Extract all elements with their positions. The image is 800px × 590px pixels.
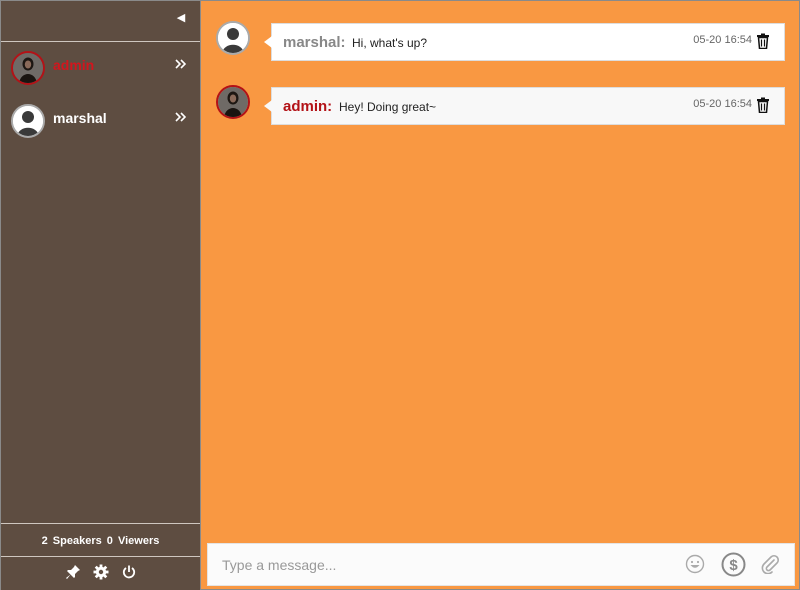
message-input[interactable] xyxy=(208,544,668,585)
message-row: admin: Hey! Doing great~ 05-20 16:54 xyxy=(216,85,786,125)
sidebar-top-divider xyxy=(1,41,200,42)
sidebar: ◀ admin marshal 2 Speakers 0 Viewers xyxy=(1,1,201,590)
participant-counts: 2 Speakers 0 Viewers xyxy=(1,535,200,547)
message-text: Hi, what's up? xyxy=(352,36,427,50)
gear-icon[interactable] xyxy=(93,564,109,580)
sidebar-item-label: marshal xyxy=(53,110,107,126)
speakers-count: 2 xyxy=(41,535,48,547)
viewers-count: 0 xyxy=(106,535,113,547)
default-avatar-icon xyxy=(11,104,45,138)
paperclip-icon[interactable] xyxy=(760,554,780,575)
message-bubble: admin: Hey! Doing great~ 05-20 16:54 xyxy=(264,87,785,125)
pin-icon[interactable] xyxy=(65,564,81,580)
power-icon[interactable] xyxy=(121,564,137,580)
message-composer: $ xyxy=(207,543,795,586)
default-avatar-icon xyxy=(216,21,250,55)
sidebar-item-label: admin xyxy=(53,57,95,73)
collapse-left-icon[interactable]: ◀ xyxy=(175,12,187,24)
admin-avatar xyxy=(11,51,45,85)
emoji-icon[interactable] xyxy=(685,554,705,574)
double-chevron-right-icon[interactable] xyxy=(174,110,188,124)
message-row: marshal: Hi, what's up? 05-20 16:54 xyxy=(216,21,786,61)
message-text: Hey! Doing great~ xyxy=(339,100,437,114)
viewers-label: Viewers xyxy=(117,535,160,547)
sidebar-item-admin[interactable]: admin xyxy=(1,46,200,94)
admin-avatar xyxy=(216,85,250,119)
message-sender: marshal: xyxy=(283,34,346,51)
dollar-icon[interactable]: $ xyxy=(721,552,746,577)
sidebar-item-marshal[interactable]: marshal xyxy=(1,99,200,147)
chat-window: ◀ admin marshal 2 Speakers 0 Viewers mar… xyxy=(0,0,800,590)
svg-text:$: $ xyxy=(729,557,738,574)
sidebar-tools-divider xyxy=(1,556,200,557)
trash-icon[interactable] xyxy=(756,33,770,50)
double-chevron-right-icon[interactable] xyxy=(174,57,188,71)
message-sender: admin: xyxy=(283,98,333,115)
message-time: 05-20 16:54 xyxy=(693,98,752,110)
sidebar-tools xyxy=(1,564,200,580)
sidebar-bottom-divider xyxy=(1,523,200,524)
message-bubble: marshal: Hi, what's up? 05-20 16:54 xyxy=(264,23,785,61)
speakers-label: Speakers xyxy=(52,535,102,547)
message-time: 05-20 16:54 xyxy=(693,34,752,46)
trash-icon[interactable] xyxy=(756,97,770,114)
